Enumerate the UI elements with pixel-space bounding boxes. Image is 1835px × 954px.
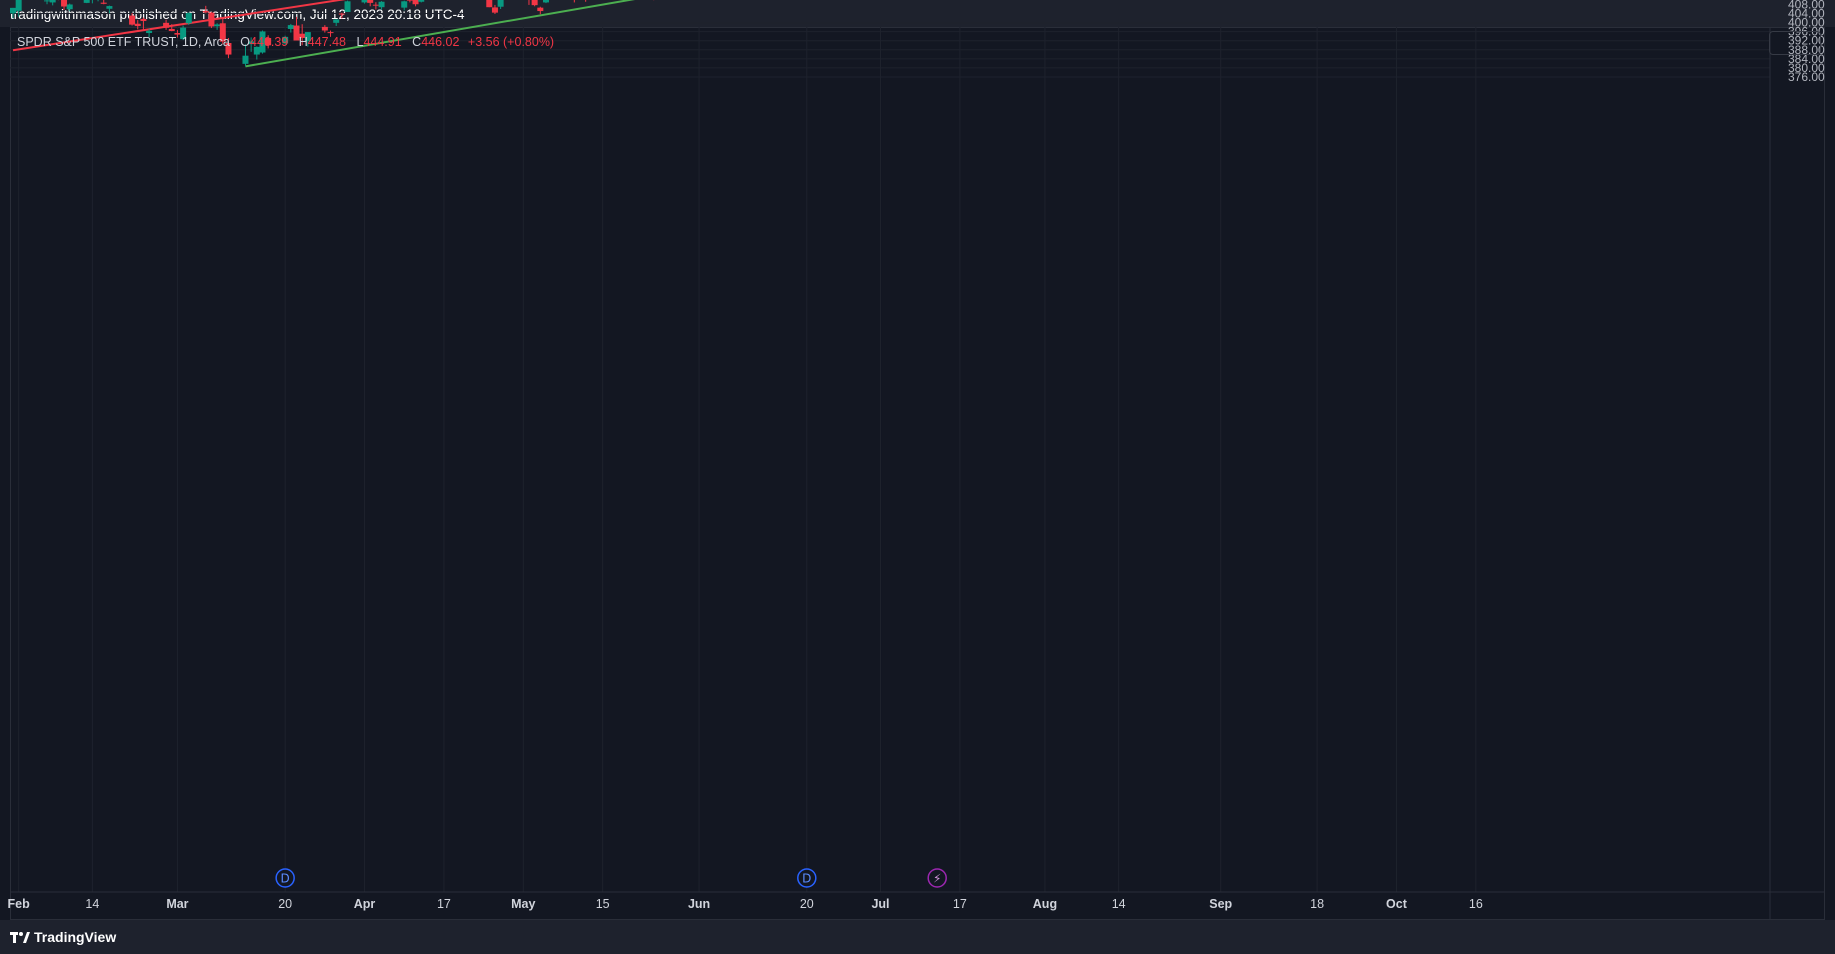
candle-body bbox=[401, 1, 408, 8]
candle-body bbox=[321, 26, 328, 31]
time-tick-label: 16 bbox=[1469, 897, 1483, 911]
symbol-name: SPDR S&P 500 ETF TRUST, 1D, Arca bbox=[17, 35, 230, 49]
time-tick-label: 20 bbox=[800, 897, 814, 911]
candle-body bbox=[168, 28, 175, 31]
time-tick-label: Aug bbox=[1033, 897, 1057, 911]
candle-body bbox=[134, 23, 141, 26]
candle-body bbox=[367, 0, 374, 3]
price-axis: 376.00380.00384.00388.00392.00396.00400.… bbox=[10, 0, 1825, 919]
candle-body bbox=[163, 22, 170, 28]
time-tick-label: Mar bbox=[166, 897, 188, 911]
change-value: +3.56 (+0.80%) bbox=[467, 35, 555, 49]
candle-body bbox=[406, 0, 413, 1]
tradingview-logo[interactable]: TradingView bbox=[10, 929, 116, 945]
candle-body bbox=[361, 0, 368, 3]
candle-body bbox=[15, 0, 22, 11]
candle-body bbox=[542, 0, 549, 3]
candle-body bbox=[214, 24, 221, 27]
candle-body bbox=[44, 0, 51, 2]
time-tick-label: Jun bbox=[688, 897, 710, 911]
low-value: 444.91 bbox=[363, 35, 402, 49]
candle-body bbox=[338, 13, 345, 15]
lower-channel-line bbox=[245, 0, 636, 68]
dividend-marker-glyph: D bbox=[802, 872, 811, 886]
candle-body bbox=[327, 32, 334, 34]
candle-body bbox=[372, 4, 379, 6]
candle-body bbox=[491, 7, 498, 13]
candle-body bbox=[378, 1, 385, 8]
candle-body bbox=[66, 4, 73, 10]
high-value: 447.48 bbox=[307, 35, 347, 49]
candle-body bbox=[333, 19, 340, 23]
candle-body bbox=[106, 6, 113, 9]
event-markers: D D ⚡ bbox=[275, 868, 947, 888]
time-tick-label: Sep bbox=[1209, 897, 1232, 911]
tradingview-logo-icon bbox=[10, 932, 30, 944]
candle-body bbox=[140, 18, 147, 22]
close-label: C bbox=[412, 35, 422, 49]
time-tick-label: Oct bbox=[1386, 897, 1408, 911]
candle-body bbox=[287, 25, 294, 29]
time-axis: Feb 14 Mar 20 Apr 17 May 15 Jun 20 Jul 17 Aug 14 Sep 18… bbox=[8, 897, 1483, 911]
candle-body bbox=[83, 0, 90, 3]
candle-body bbox=[146, 30, 153, 34]
high-label: H bbox=[298, 35, 308, 49]
candle-body bbox=[100, 2, 107, 4]
time-tick-label: 17 bbox=[437, 897, 451, 911]
time-tick-label: 20 bbox=[278, 897, 292, 911]
time-tick-label: Feb bbox=[8, 897, 31, 911]
candle-body bbox=[61, 0, 68, 7]
time-tick-label: May bbox=[511, 897, 535, 911]
time-tick-label: 14 bbox=[85, 897, 99, 911]
dividend-marker-glyph: D bbox=[281, 872, 290, 886]
candles bbox=[10, 0, 655, 67]
open-label: O bbox=[240, 35, 251, 49]
candle-body bbox=[537, 7, 544, 12]
time-tick-label: Apr bbox=[354, 897, 376, 911]
time-tick-label: Jul bbox=[871, 897, 889, 911]
trendlines bbox=[12, 0, 636, 68]
candle-body bbox=[129, 15, 136, 25]
price-chart[interactable]: 376.00380.00384.00388.00392.00396.00400.… bbox=[0, 0, 1835, 954]
grid bbox=[10, 3, 1770, 892]
footer-brand-text: TradingView bbox=[34, 929, 117, 945]
footer-bar: TradingView bbox=[0, 920, 1835, 954]
candle-body bbox=[242, 55, 249, 64]
scale-toggle-button[interactable] bbox=[1769, 31, 1821, 55]
candle-body bbox=[208, 12, 215, 27]
open-value: 446.39 bbox=[250, 35, 289, 49]
candle-body bbox=[486, 0, 493, 8]
event-marker-glyph: ⚡ bbox=[933, 872, 941, 886]
candle-body bbox=[202, 11, 209, 13]
candle-body bbox=[418, 0, 425, 2]
candle-body bbox=[497, 0, 504, 7]
time-tick-label: 15 bbox=[596, 897, 610, 911]
candle-body bbox=[10, 7, 16, 14]
candle-body bbox=[344, 1, 351, 12]
symbol-legend: SPDR S&P 500 ETF TRUST, 1D, Arca O446.39… bbox=[17, 35, 554, 49]
price-tick-label: 412.00 bbox=[1788, 0, 1825, 2]
candle-body bbox=[185, 13, 192, 24]
candle-body bbox=[49, 0, 56, 3]
candle-body bbox=[412, 0, 419, 5]
close-value: 446.02 bbox=[421, 35, 460, 49]
candle-body bbox=[531, 0, 538, 6]
time-tick-label: 14 bbox=[1112, 897, 1126, 911]
time-tick-label: 18 bbox=[1310, 897, 1324, 911]
time-tick-label: 17 bbox=[953, 897, 967, 911]
